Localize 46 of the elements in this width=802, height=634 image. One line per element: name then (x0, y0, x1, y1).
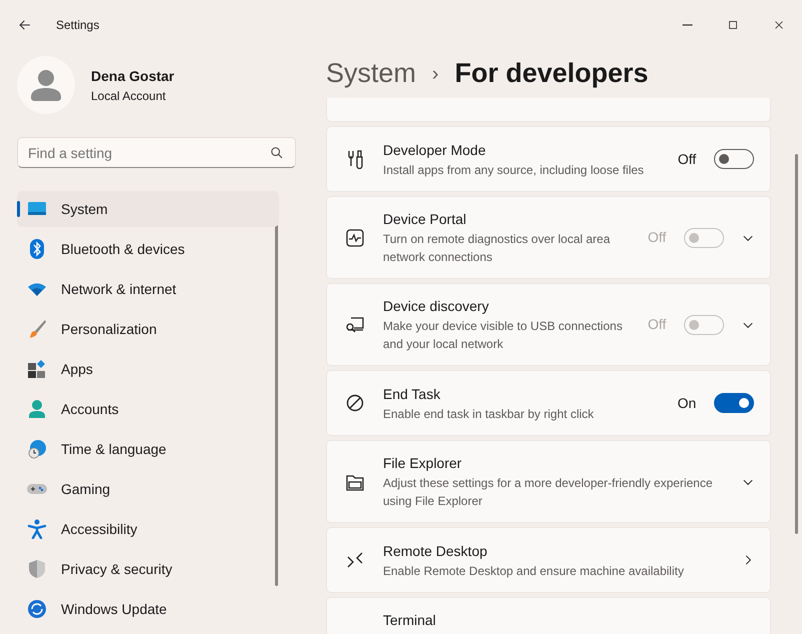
prohibited-circle-icon (345, 393, 365, 414)
setting-description: Make your device visible to USB connections and your local network (383, 318, 624, 354)
minimize-icon (682, 24, 692, 26)
setting-title: Remote Desktop (383, 542, 488, 561)
sidebar-item[interactable]: Windows Update (17, 591, 279, 628)
sidebar-item[interactable]: Apps (17, 351, 279, 388)
person-icon (27, 399, 47, 420)
setting-title: Developer Mode (383, 140, 487, 160)
setting-title: End Task (383, 384, 442, 404)
toggle-switch[interactable] (714, 393, 754, 414)
bluetooth-icon (27, 239, 47, 260)
back-arrow-icon (18, 18, 32, 32)
setting-description: Enable Remote Desktop and ensure machine availability (383, 562, 685, 580)
pulse-monitor-icon (345, 228, 365, 248)
sidebar-item[interactable]: Accounts (17, 391, 279, 428)
sidebar-item[interactable]: Accessibility (17, 511, 279, 548)
toggle-state-label: Off (648, 315, 666, 334)
sidebar-item[interactable]: System (17, 191, 279, 228)
profile-name: Dena Gostar (91, 66, 174, 86)
toggle-switch[interactable] (714, 149, 754, 170)
toggle-state-label: Off (678, 150, 696, 169)
breadcrumb-link[interactable]: System (326, 53, 416, 94)
setting-title: Terminal (383, 611, 437, 630)
window-title: Settings (56, 16, 100, 34)
sidebar-item[interactable]: Personalization (17, 311, 279, 348)
screen-search-icon (345, 314, 365, 335)
toggle-state-label: Off (648, 228, 666, 248)
page-title: For developers (454, 57, 648, 90)
paintbrush-icon (27, 319, 47, 340)
account-type: Local Account (91, 88, 167, 105)
accessibility-figure-icon (27, 519, 47, 540)
globe-clock-icon (27, 439, 47, 460)
search-icon (270, 146, 284, 160)
breadcrumb-separator: › (432, 62, 439, 87)
shield-icon (27, 559, 47, 580)
refresh-arrows-icon (27, 599, 47, 620)
setting-title: Device Portal (383, 210, 468, 230)
setting-description: Install apps from any source, including loose files (383, 162, 645, 179)
setting-title: Device discovery (383, 297, 490, 316)
setting-description: Adjust these settings for a more developer-friendly experience using File Explorer (383, 475, 714, 510)
toggle-state-label: On (678, 394, 696, 413)
setting-description: Turn on remote diagnostics over local area network connections (383, 231, 612, 266)
setting-description: Enable end task in taskbar by right click (383, 406, 595, 423)
apps-grid-icon (27, 359, 47, 380)
search-field[interactable]: Find a setting (17, 137, 296, 168)
setting-title: File Explorer (383, 454, 463, 474)
